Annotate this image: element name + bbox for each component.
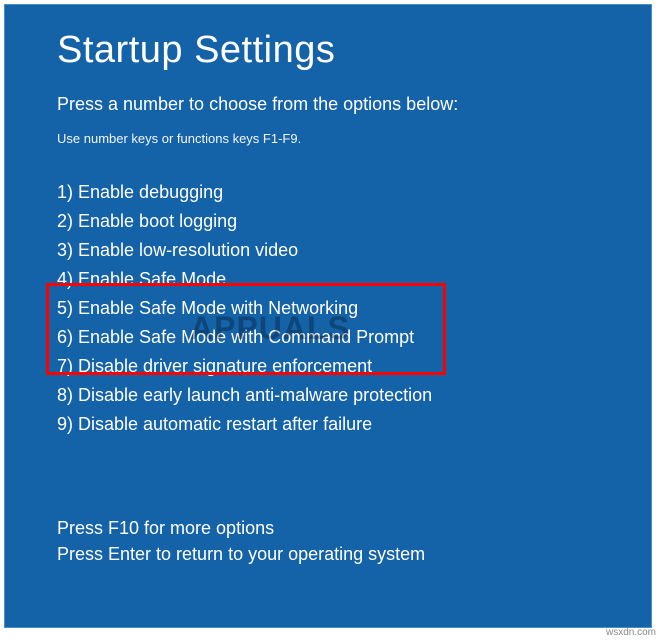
attribution-text: wsxdn.com (606, 627, 656, 638)
option-disable-automatic-restart[interactable]: 9) Disable automatic restart after failu… (57, 410, 599, 439)
footer-return: Press Enter to return to your operating … (57, 541, 599, 567)
instruction-text: Press a number to choose from the option… (57, 94, 599, 115)
option-enable-low-resolution-video[interactable]: 3) Enable low-resolution video (57, 236, 599, 265)
page-title: Startup Settings (57, 29, 599, 72)
option-enable-safe-mode-networking[interactable]: 5) Enable Safe Mode with Networking (57, 294, 599, 323)
startup-settings-window: Startup Settings Press a number to choos… (4, 4, 652, 628)
option-disable-driver-signature[interactable]: 7) Disable driver signature enforcement (57, 352, 599, 381)
option-enable-debugging[interactable]: 1) Enable debugging (57, 178, 599, 207)
option-enable-safe-mode[interactable]: 4) Enable Safe Mode (57, 265, 599, 294)
options-list: 1) Enable debugging 2) Enable boot loggi… (57, 178, 599, 439)
option-disable-anti-malware[interactable]: 8) Disable early launch anti-malware pro… (57, 381, 599, 410)
footer-more-options: Press F10 for more options (57, 515, 599, 541)
option-enable-boot-logging[interactable]: 2) Enable boot logging (57, 207, 599, 236)
hint-text: Use number keys or functions keys F1-F9. (57, 131, 599, 146)
footer-instructions: Press F10 for more options Press Enter t… (57, 515, 599, 567)
option-enable-safe-mode-command-prompt[interactable]: 6) Enable Safe Mode with Command Prompt (57, 323, 599, 352)
